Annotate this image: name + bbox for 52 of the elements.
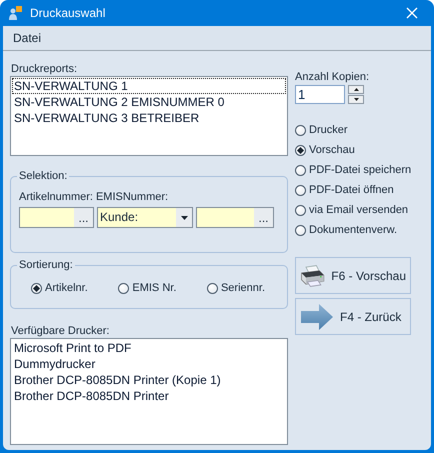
radio-label: Seriennr.	[220, 282, 265, 294]
right-arrow-icon	[300, 302, 334, 330]
radio-label: Dokumentenverw.	[309, 224, 398, 236]
app-icon	[8, 5, 24, 21]
browse-button[interactable]: ...	[74, 208, 93, 227]
radio-label: PDF-Datei speichern	[309, 164, 412, 176]
up-arrow-icon	[354, 88, 358, 91]
dropdown[interactable]: Kunde:	[97, 207, 193, 228]
list-item[interactable]: Microsoft Print to PDF	[12, 340, 286, 356]
printer-list[interactable]: Microsoft Print to PDF Dummydrucker Brother DCP-8085DN Printer (Kopie 1) Brother DCP-8085DN Printer	[10, 338, 288, 445]
spin-up-button[interactable]	[348, 85, 364, 94]
radio-button[interactable]	[295, 184, 306, 196]
group-title: Sortierung:	[17, 259, 75, 271]
spin-down-button[interactable]	[348, 95, 364, 104]
radio-button[interactable]	[295, 224, 306, 236]
radio-button[interactable]	[118, 282, 130, 294]
radio-button[interactable]	[295, 144, 306, 156]
field-label: Anzahl Kopien:	[295, 71, 370, 83]
radio-label: Drucker	[309, 124, 348, 136]
copies-field[interactable]: 1	[295, 85, 345, 104]
down-arrow-icon	[354, 98, 358, 101]
list-item[interactable]: Brother DCP-8085DN Printer	[12, 388, 286, 404]
radio-button[interactable]	[31, 282, 42, 294]
group-title: Selektion:	[17, 170, 70, 182]
field-label: Druckreports:	[11, 63, 78, 75]
radio-label: EMIS Nr.	[132, 282, 176, 294]
menu-item[interactable]: Datei	[10, 29, 44, 47]
browse-button[interactable]: ...	[254, 208, 273, 227]
close-icon	[406, 7, 418, 19]
radio-label: via Email versenden	[309, 204, 408, 216]
list-item[interactable]: SN-VERWALTUNG 2 EMISNUMMER 0	[12, 94, 286, 110]
list-item[interactable]: SN-VERWALTUNG 1	[12, 78, 286, 94]
list-item[interactable]: SN-VERWALTUNG 3 BETREIBER	[12, 110, 286, 126]
radio-button[interactable]	[295, 124, 306, 136]
radio-label: Vorschau	[309, 144, 355, 156]
caret-icon	[180, 216, 188, 220]
radio-label: Artikelnr.	[45, 282, 88, 294]
list-item[interactable]: Dummydrucker	[12, 356, 286, 372]
radio-label: PDF-Datei öffnen	[309, 184, 394, 196]
report-list[interactable]: SN-VERWALTUNG 1 SN-VERWALTUNG 2 EMISNUMMER 0 SN-VERWALTUNG 3 BETREIBER	[10, 76, 288, 156]
radio-button[interactable]	[295, 204, 306, 216]
radio-button[interactable]	[295, 164, 306, 176]
preview-button[interactable]: F6 - Vorschau	[295, 257, 411, 294]
input-field[interactable]: ...	[196, 207, 274, 228]
list-item[interactable]: Brother DCP-8085DN Printer (Kopie 1)	[12, 372, 286, 388]
back-button[interactable]: F4 - Zurück	[295, 298, 411, 335]
radio-button[interactable]	[206, 282, 218, 294]
field-label: Artikelnummer:	[19, 191, 93, 203]
window-title: Druckauswahl	[30, 6, 106, 20]
input-field[interactable]: ...	[19, 207, 94, 228]
field-label: EMISNummer:	[96, 191, 168, 203]
field-label: Verfügbare Drucker:	[11, 325, 110, 337]
